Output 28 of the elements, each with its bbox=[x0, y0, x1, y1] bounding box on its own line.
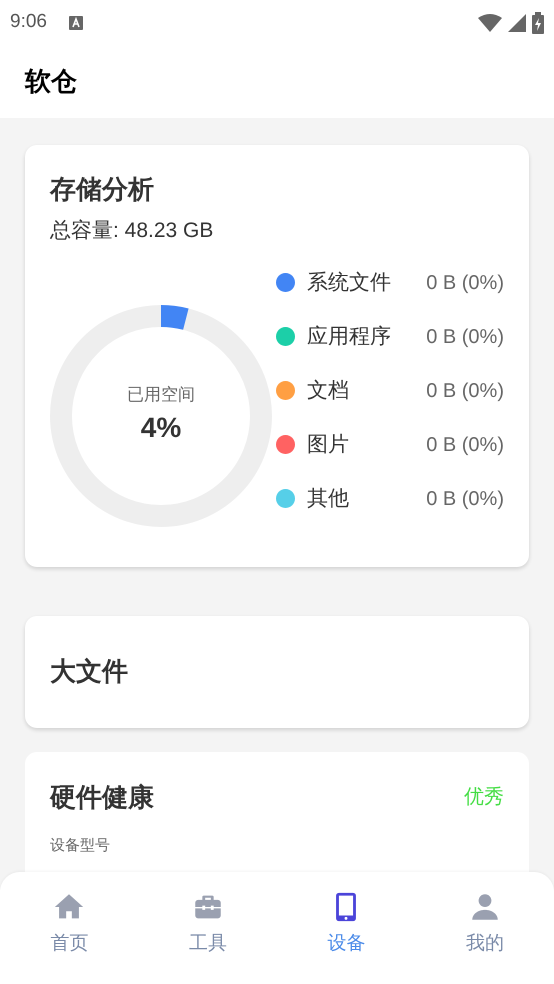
nav-tab[interactable]: 我的 bbox=[416, 890, 554, 984]
nav-tab[interactable]: 工具 bbox=[138, 890, 277, 984]
legend-value: 0 B (0%) bbox=[426, 324, 504, 350]
nav-tab[interactable]: 首页 bbox=[0, 890, 138, 984]
legend-value: 0 B (0%) bbox=[426, 486, 504, 512]
legend-value: 0 B (0%) bbox=[426, 270, 504, 296]
card-title: 存储分析 bbox=[50, 173, 155, 206]
legend-value: 0 B (0%) bbox=[426, 378, 504, 404]
battery-icon bbox=[532, 12, 544, 34]
nav-tab[interactable]: 设备 bbox=[277, 890, 416, 984]
used-percent: 4% bbox=[140, 411, 182, 446]
status-time: 9:06 bbox=[10, 10, 47, 34]
used-space-label: 已用空间 bbox=[127, 384, 195, 406]
legend-label: 其他 bbox=[307, 486, 349, 512]
card-title: 大文件 bbox=[50, 655, 128, 688]
legend-label: 图片 bbox=[307, 432, 349, 458]
total-capacity: 总容量: 48.23 GB bbox=[50, 218, 214, 244]
card-title: 硬件健康 bbox=[50, 780, 154, 814]
legend-value: 0 B (0%) bbox=[426, 432, 504, 458]
legend-label: 系统文件 bbox=[307, 270, 391, 296]
signal-icon bbox=[508, 14, 526, 32]
health-status: 优秀 bbox=[464, 785, 504, 810]
legend-label: 应用程序 bbox=[307, 324, 391, 350]
legend-label: 文档 bbox=[307, 378, 349, 404]
keyboard-notification-icon bbox=[68, 16, 83, 30]
app-title: 软仓 bbox=[25, 65, 77, 98]
wifi-icon bbox=[478, 14, 502, 32]
field-label: 设备型号 bbox=[50, 836, 111, 856]
